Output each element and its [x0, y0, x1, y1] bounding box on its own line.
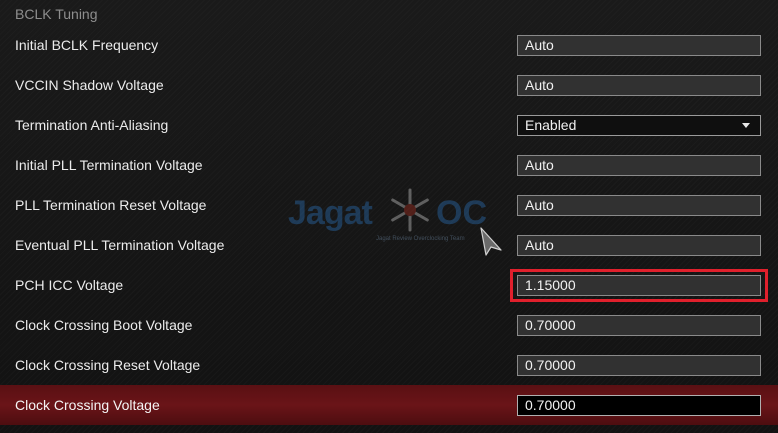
row-label: Eventual PLL Termination Voltage: [15, 237, 225, 253]
row-label: Clock Crossing Reset Voltage: [15, 357, 201, 373]
initial-bclk-frequency-input[interactable]: Auto: [517, 35, 761, 56]
clock-crossing-boot-voltage-input[interactable]: 0.70000: [517, 315, 761, 336]
watermark-logo: Jagat OC Jagat Review Overclocking Team: [288, 186, 508, 256]
row-label: Clock Crossing Voltage: [15, 397, 160, 413]
section-title: BCLK Tuning: [15, 6, 98, 22]
row-clock-crossing-voltage[interactable]: Clock Crossing Voltage 0.70000: [0, 385, 778, 425]
initial-pll-termination-voltage-input[interactable]: Auto: [517, 155, 761, 176]
mouse-cursor-icon: [480, 227, 502, 256]
select-value: Enabled: [525, 117, 577, 133]
row-label: Clock Crossing Boot Voltage: [15, 317, 193, 333]
clock-crossing-reset-voltage-input[interactable]: 0.70000: [517, 355, 761, 376]
row-label: PLL Termination Reset Voltage: [15, 197, 207, 213]
vccin-shadow-voltage-input[interactable]: Auto: [517, 75, 761, 96]
row-label: VCCIN Shadow Voltage: [15, 77, 164, 93]
termination-anti-aliasing-select[interactable]: Enabled: [517, 115, 761, 136]
watermark-tagline: Jagat Review Overclocking Team: [376, 236, 465, 242]
row-initial-bclk-frequency[interactable]: Initial BCLK Frequency Auto: [0, 25, 778, 65]
row-label: Initial PLL Termination Voltage: [15, 157, 203, 173]
row-label: Termination Anti-Aliasing: [15, 117, 169, 133]
clock-crossing-voltage-input[interactable]: 0.70000: [517, 395, 761, 416]
row-initial-pll-termination-voltage[interactable]: Initial PLL Termination Voltage Auto: [0, 145, 778, 185]
caret-down-icon[interactable]: [742, 123, 750, 128]
row-vccin-shadow-voltage[interactable]: VCCIN Shadow Voltage Auto: [0, 65, 778, 105]
snowflake-icon: [391, 188, 429, 232]
pll-termination-reset-voltage-input[interactable]: Auto: [517, 195, 761, 216]
row-label: Initial BCLK Frequency: [15, 37, 159, 53]
row-label: PCH ICC Voltage: [15, 277, 124, 293]
row-clock-crossing-boot-voltage[interactable]: Clock Crossing Boot Voltage 0.70000: [0, 305, 778, 345]
watermark-text-left: Jagat: [288, 194, 373, 232]
row-clock-crossing-reset-voltage[interactable]: Clock Crossing Reset Voltage 0.70000: [0, 345, 778, 385]
row-termination-anti-aliasing[interactable]: Termination Anti-Aliasing Enabled: [0, 105, 778, 145]
annotation-highlight-box: [510, 269, 768, 302]
eventual-pll-termination-voltage-input[interactable]: Auto: [517, 235, 761, 256]
